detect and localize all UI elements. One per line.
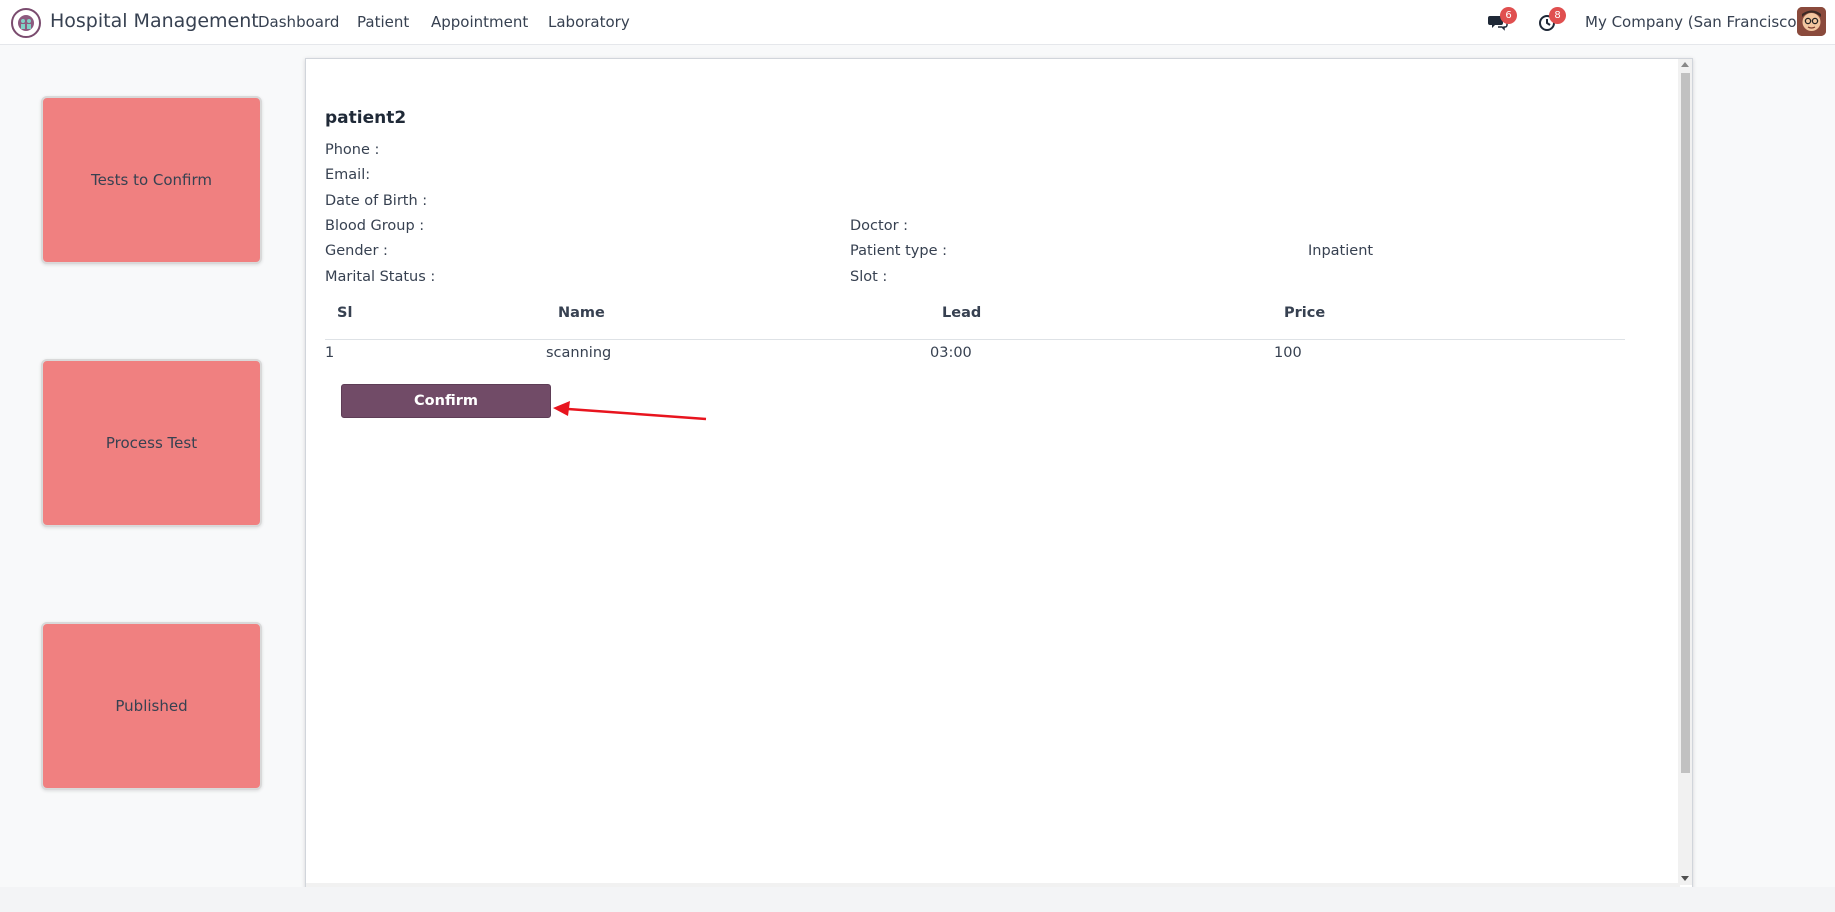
patient-type-label: Patient type : — [850, 243, 947, 259]
activities-badge: 8 — [1549, 7, 1566, 24]
scrollbar-thumb[interactable] — [1681, 73, 1690, 773]
cell-name: scanning — [546, 345, 612, 361]
marital-status-label: Marital Status : — [325, 269, 436, 285]
messages-badge: 6 — [1500, 7, 1517, 24]
top-navbar: Hospital Management Dashboard Patient Ap… — [0, 0, 1835, 45]
page-footer-strip — [0, 887, 1835, 912]
annotation-arrow-icon — [553, 401, 707, 421]
col-header-lead: Lead — [942, 305, 982, 321]
table-divider — [325, 339, 1625, 340]
gender-label: Gender : — [325, 243, 388, 259]
col-header-name: Name — [558, 305, 605, 321]
cell-price: 100 — [1274, 345, 1302, 361]
messages-button[interactable]: 6 — [1488, 7, 1517, 32]
company-switcher[interactable]: My Company (San Francisco) — [1585, 13, 1802, 31]
col-header-price: Price — [1284, 305, 1326, 321]
app-logo-icon[interactable] — [11, 8, 41, 38]
user-avatar[interactable] — [1797, 7, 1826, 36]
tile-tests-to-confirm[interactable]: Tests to Confirm — [41, 96, 262, 264]
tile-published[interactable]: Published — [41, 622, 262, 790]
patient-type-value: Inpatient — [1308, 243, 1374, 259]
vertical-scrollbar[interactable] — [1678, 59, 1692, 885]
phone-label: Phone : — [325, 142, 380, 158]
app-title[interactable]: Hospital Management — [50, 10, 259, 32]
doctor-label: Doctor : — [850, 218, 909, 234]
slot-label: Slot : — [850, 269, 888, 285]
col-header-sl: Sl — [337, 305, 353, 321]
activities-button[interactable]: 8 — [1537, 7, 1566, 32]
tile-process-test[interactable]: Process Test — [41, 359, 262, 527]
cell-sl: 1 — [325, 345, 335, 361]
nav-laboratory[interactable]: Laboratory — [548, 13, 630, 31]
cell-lead: 03:00 — [930, 345, 972, 361]
confirm-button[interactable]: Confirm — [341, 384, 551, 418]
scroll-down-icon[interactable] — [1681, 876, 1689, 881]
blood-group-label: Blood Group : — [325, 218, 425, 234]
nav-patient[interactable]: Patient — [357, 13, 409, 31]
email-label: Email: — [325, 167, 371, 183]
nav-appointment[interactable]: Appointment — [431, 13, 528, 31]
patient-detail-panel: patient2 Phone : Email: Date of Birth : … — [305, 58, 1693, 899]
scroll-up-icon[interactable] — [1681, 62, 1689, 67]
dob-label: Date of Birth : — [325, 193, 428, 209]
patient-name: patient2 — [325, 108, 407, 128]
nav-dashboard[interactable]: Dashboard — [258, 13, 339, 31]
